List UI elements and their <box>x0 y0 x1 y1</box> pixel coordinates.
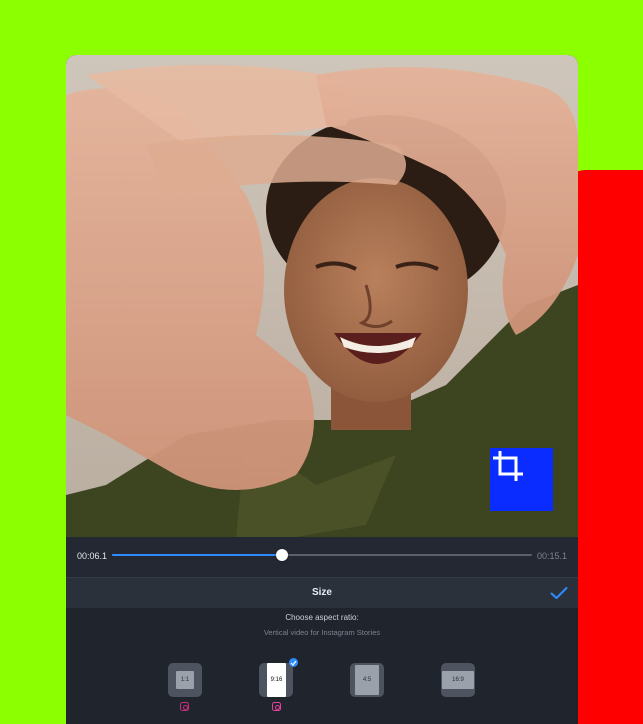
ratio-option-4-5[interactable]: 4:5 <box>350 663 384 697</box>
ratio-option-9-16[interactable]: 9:16 <box>259 658 298 697</box>
timeline-bar: 00:06.1 00:15.1 <box>66 537 578 577</box>
ratio-label: 4:5 <box>355 665 379 695</box>
scrubber-track[interactable] <box>112 554 532 556</box>
instagram-icon <box>180 702 189 711</box>
size-panel-header: Size <box>66 577 578 609</box>
total-time: 00:15.1 <box>536 551 567 561</box>
confirm-button[interactable] <box>549 584 569 602</box>
size-title: Size <box>311 587 332 598</box>
crop-icon <box>493 451 523 481</box>
crop-badge[interactable] <box>490 448 553 511</box>
ratio-label: 9:16 <box>267 663 286 697</box>
aspect-ratio-hint: Vertical video for Instagram Stories <box>263 628 381 637</box>
scrubber-handle[interactable] <box>276 549 289 561</box>
current-time: 00:06.1 <box>77 551 108 561</box>
scrubber-progress <box>112 554 283 556</box>
size-panel-body: Choose aspect ratio: Vertical video for … <box>66 608 578 724</box>
ratio-label: 16:9 <box>442 671 474 689</box>
checkmark-icon <box>290 660 297 666</box>
video-editor-screen: 00:06.1 00:15.1 Size Choose aspect ratio… <box>66 55 578 724</box>
instagram-icon <box>272 702 281 711</box>
ratio-option-16-9[interactable]: 16:9 <box>441 663 475 697</box>
aspect-ratio-prompt: Choose aspect ratio: <box>285 613 359 622</box>
selected-badge <box>289 658 298 667</box>
ratio-label: 1:1 <box>176 671 194 689</box>
checkmark-icon <box>550 587 568 599</box>
video-preview[interactable] <box>66 55 578 537</box>
ratio-option-1-1[interactable]: 1:1 <box>168 663 202 697</box>
